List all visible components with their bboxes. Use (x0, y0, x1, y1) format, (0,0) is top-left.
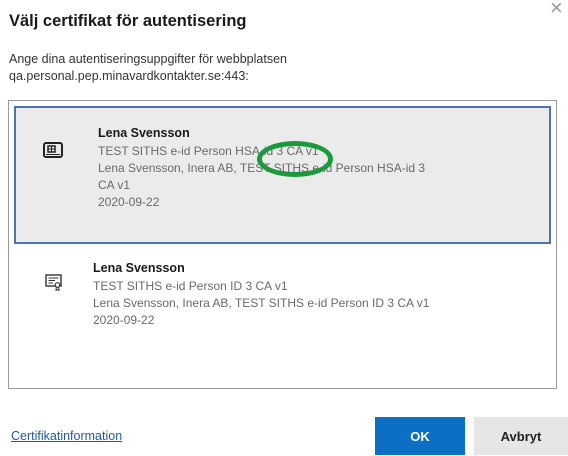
cancel-button[interactable]: Avbryt (474, 417, 568, 455)
certificate-details: Lena Svensson, Inera AB, TEST SITHS e-id… (93, 296, 430, 310)
certificate-name: Lena Svensson (98, 126, 190, 140)
certificate-issuer: TEST SITHS e-id Person ID 3 CA v1 (93, 279, 288, 293)
close-icon[interactable]: × (550, 0, 568, 19)
smartcard-icon (43, 142, 63, 158)
certificate-issuer: TEST SITHS e-id Person HSA-id 3 CA v1 (98, 144, 319, 158)
dialog-description: Ange dina autentiseringsuppgifter för we… (9, 51, 287, 85)
certificate-info-link[interactable]: Certifikatinformation (11, 429, 122, 443)
certificate-date: 2020-09-22 (98, 195, 160, 209)
certificate-item[interactable]: Lena Svensson TEST SITHS e-id Person ID … (14, 248, 551, 368)
description-line-1: Ange dina autentiseringsuppgifter för we… (9, 52, 287, 66)
dialog-title: Välj certifikat för autentisering (9, 12, 247, 30)
certificate-details-cont: CA v1 (98, 178, 131, 192)
certificate-item-selected[interactable]: Lena Svensson TEST SITHS e-id Person HSA… (14, 106, 551, 244)
certificate-list[interactable]: Lena Svensson TEST SITHS e-id Person HSA… (8, 100, 557, 389)
certificate-icon (45, 274, 62, 291)
certificate-name: Lena Svensson (93, 261, 185, 275)
description-line-2: qa.personal.pep.minavardkontakter.se:443… (9, 69, 249, 83)
certificate-date: 2020-09-22 (93, 313, 155, 327)
certificate-details: Lena Svensson, Inera AB, TEST SITHS e-id… (98, 161, 426, 175)
ok-button[interactable]: OK (375, 417, 465, 455)
